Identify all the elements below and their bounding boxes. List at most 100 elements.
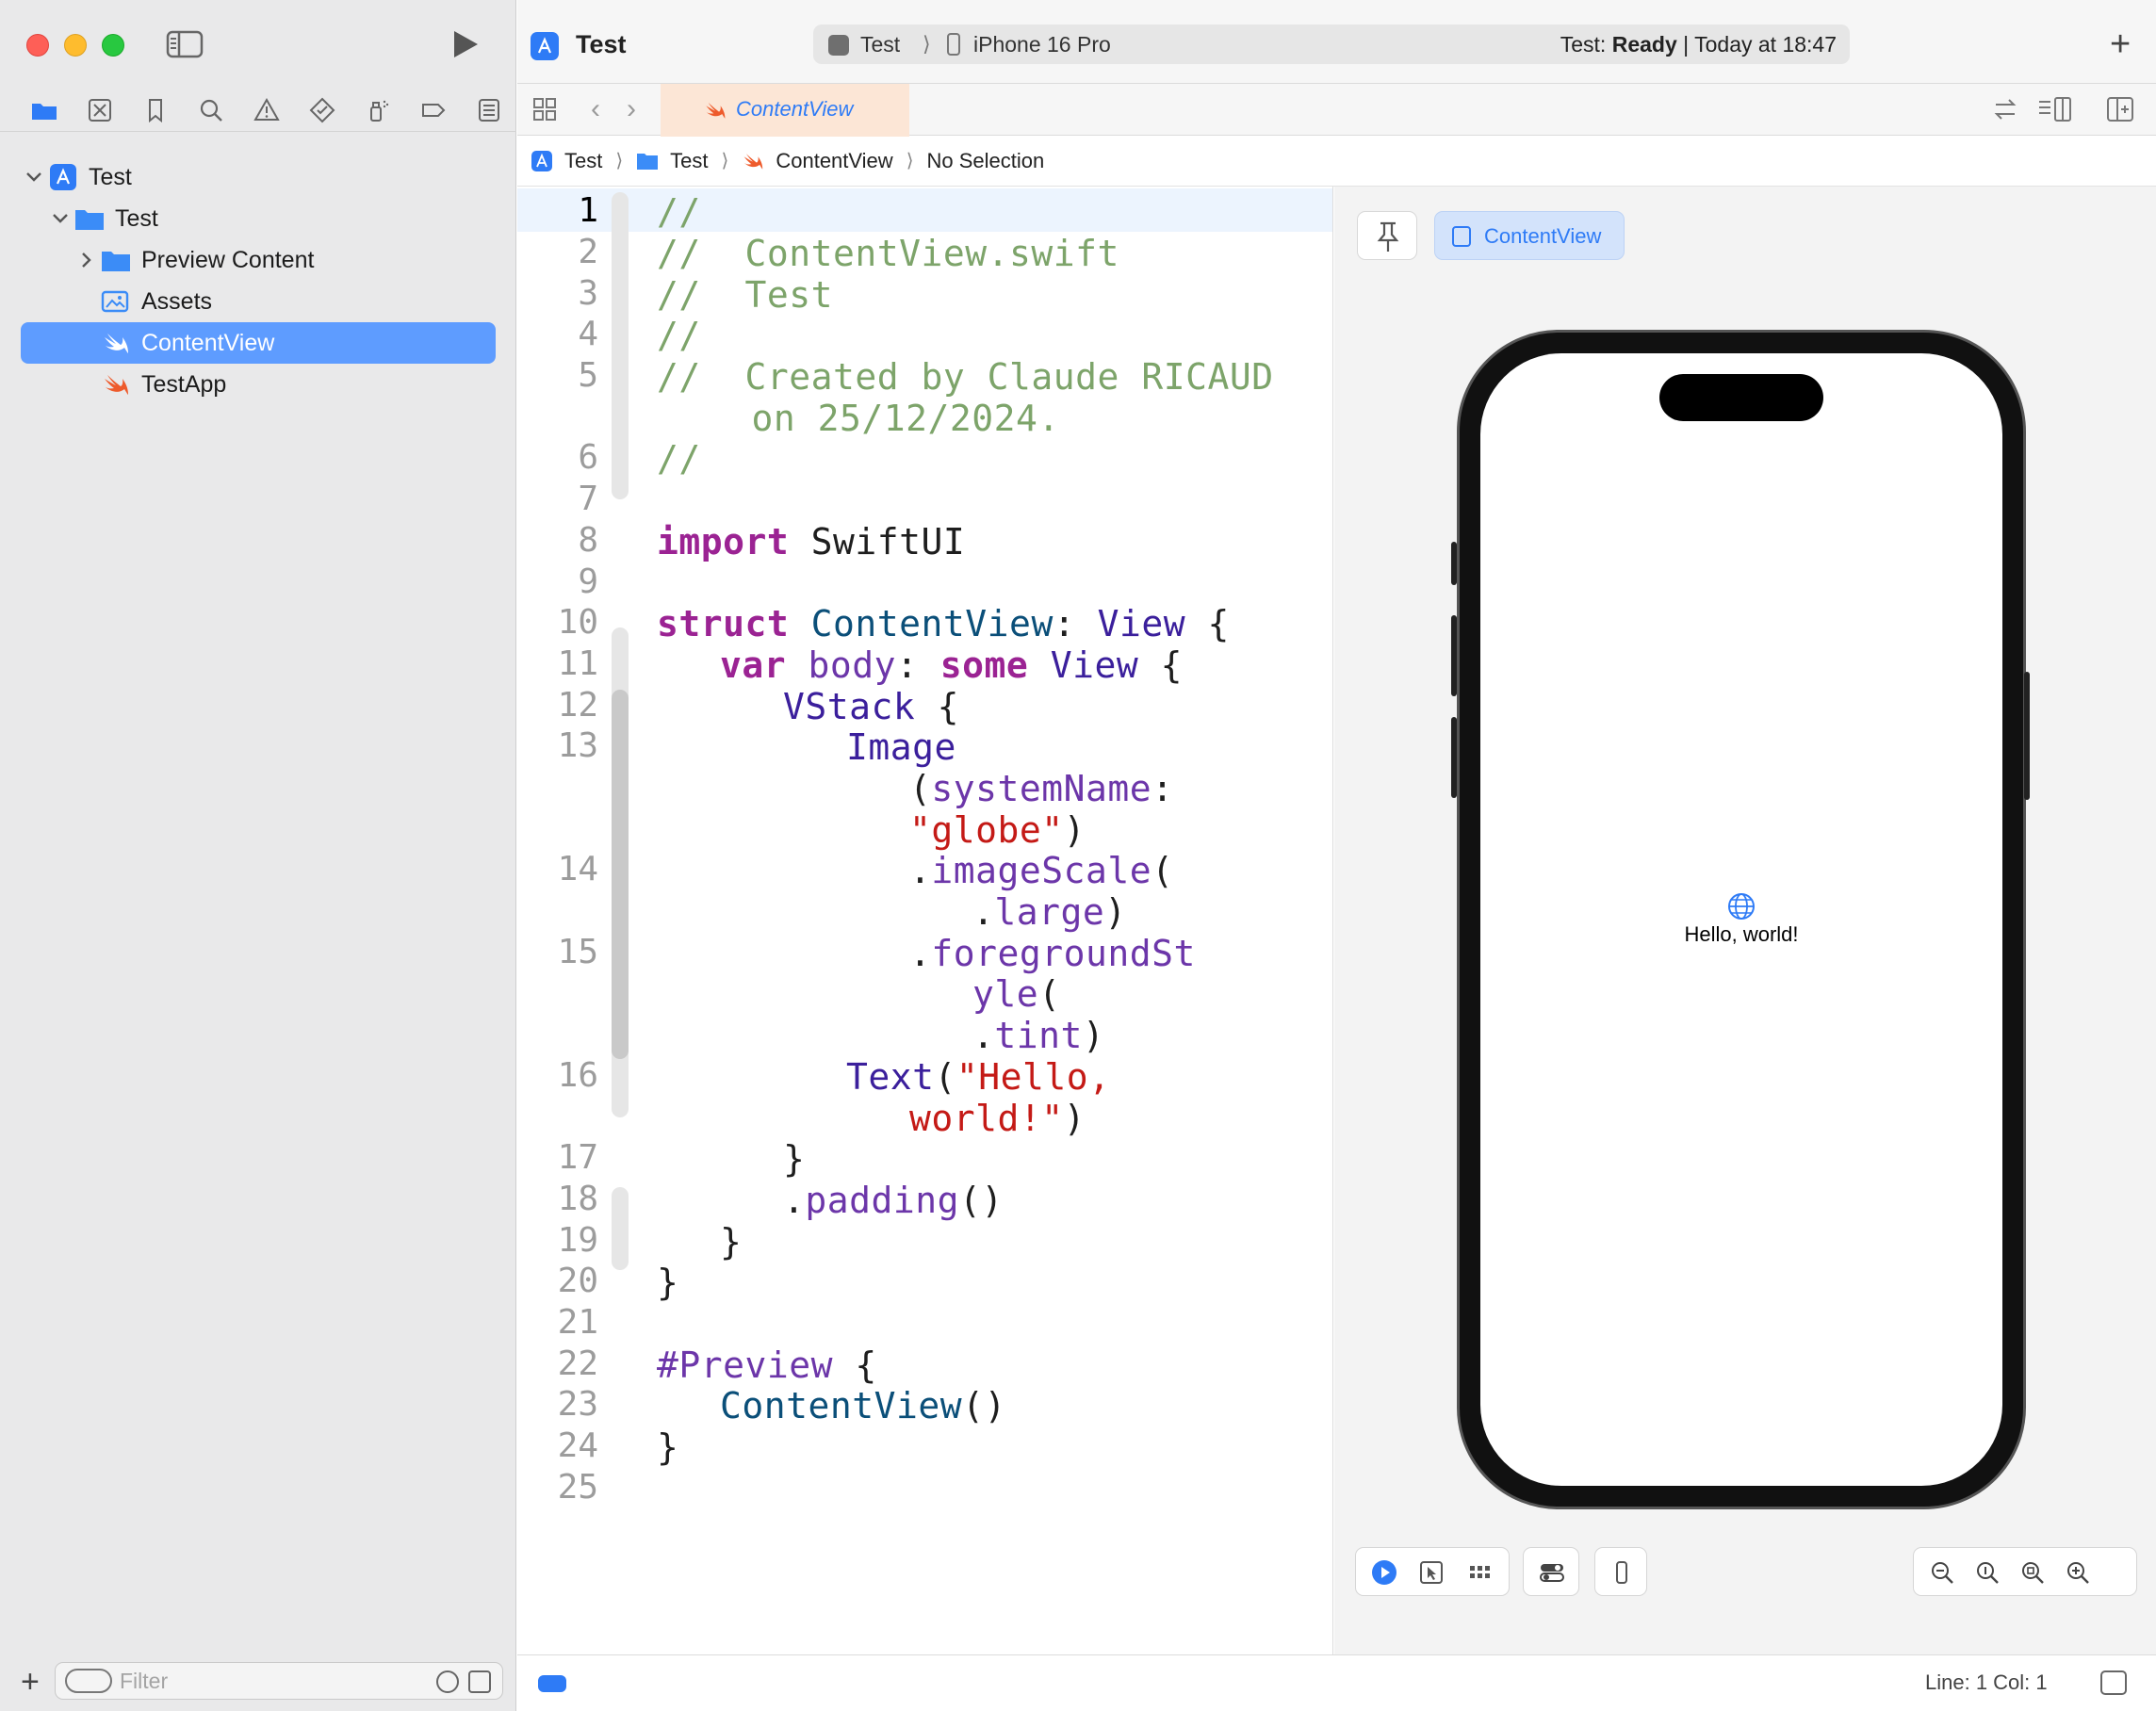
bookmark-icon[interactable] xyxy=(128,91,184,129)
line-number[interactable]: 21 xyxy=(517,1303,598,1342)
debug-spray-icon[interactable] xyxy=(350,91,405,129)
code-line[interactable]: .foregroundSt xyxy=(909,933,1196,974)
fold-ribbon[interactable] xyxy=(612,690,629,1059)
code-line[interactable]: // xyxy=(657,191,701,233)
fold-ribbon[interactable] xyxy=(612,192,629,499)
line-number[interactable]: 7 xyxy=(517,480,598,518)
editor-options-icon[interactable] xyxy=(2036,95,2074,123)
code-line[interactable]: // Test xyxy=(657,274,833,316)
line-number[interactable]: 9 xyxy=(517,562,598,601)
tab-contentview[interactable]: ContentView xyxy=(661,84,909,137)
close-window-button[interactable] xyxy=(26,34,49,57)
breadcrumb-item-file[interactable]: ContentView xyxy=(742,149,893,173)
tree-item-test-project[interactable]: Test xyxy=(21,156,496,198)
back-chevron-icon[interactable]: ‹ xyxy=(591,93,600,125)
filter-options-icon[interactable] xyxy=(65,1669,112,1693)
sidebar-toggle-icon[interactable] xyxy=(166,30,204,58)
line-number[interactable]: 8 xyxy=(517,521,598,560)
breadcrumb-item-symbol[interactable]: No Selection xyxy=(927,149,1045,173)
preview-contentview-button[interactable]: ContentView xyxy=(1434,211,1625,260)
show-debug-area-icon[interactable] xyxy=(2100,1670,2127,1695)
code-line[interactable]: world!") xyxy=(909,1098,1086,1139)
zoom-to-100-icon[interactable] xyxy=(1974,1559,2001,1586)
modified-files-icon[interactable] xyxy=(468,1670,491,1693)
line-number[interactable]: 6 xyxy=(517,438,598,477)
code-line[interactable]: } xyxy=(783,1138,805,1180)
code-line[interactable]: .padding() xyxy=(783,1180,1004,1221)
line-number[interactable]: 18 xyxy=(517,1180,598,1218)
code-line[interactable]: ContentView() xyxy=(720,1385,1006,1426)
chevron-down-icon[interactable] xyxy=(47,205,74,232)
code-line[interactable]: // Created by Claude RICAUD xyxy=(657,356,1274,398)
line-number[interactable]: 19 xyxy=(517,1221,598,1260)
zoom-window-button[interactable] xyxy=(102,34,124,57)
code-line[interactable]: on 25/12/2024. xyxy=(752,398,1060,439)
split-editor-icon[interactable] xyxy=(2106,95,2134,123)
code-line[interactable]: struct ContentView: View { xyxy=(657,603,1230,644)
line-number[interactable]: 15 xyxy=(517,933,598,971)
device-selector-button[interactable] xyxy=(1594,1547,1647,1596)
add-file-button[interactable]: + xyxy=(21,1666,40,1698)
code-line[interactable]: VStack { xyxy=(783,686,959,727)
code-line[interactable]: // xyxy=(657,315,701,356)
code-line[interactable]: // ContentView.swift xyxy=(657,233,1119,274)
code-line[interactable]: .large) xyxy=(972,891,1127,933)
code-line[interactable]: "globe") xyxy=(909,809,1086,851)
swap-arrows-icon[interactable] xyxy=(1991,95,2019,123)
tree-item-testapp[interactable]: TestApp xyxy=(21,364,496,405)
line-number[interactable]: 1 xyxy=(517,191,598,230)
project-navigator-folder-icon[interactable] xyxy=(17,91,73,129)
report-icon[interactable] xyxy=(461,91,516,129)
code-line[interactable]: .tint) xyxy=(972,1015,1104,1056)
selectable-mode-icon[interactable] xyxy=(1418,1559,1445,1586)
run-destination-selector[interactable]: iPhone 16 Pro xyxy=(973,32,1111,57)
related-items-grid-icon[interactable] xyxy=(532,97,557,122)
filter-field[interactable]: Filter xyxy=(55,1662,503,1700)
tree-item-preview-content[interactable]: Preview Content xyxy=(21,239,496,281)
device-screen[interactable]: Hello, world! xyxy=(1480,353,2002,1486)
line-number[interactable]: 2 xyxy=(517,233,598,271)
line-number[interactable]: 17 xyxy=(517,1138,598,1177)
tree-item-test-group[interactable]: Test xyxy=(21,198,496,239)
chevron-right-icon[interactable] xyxy=(74,247,100,273)
code-line[interactable]: } xyxy=(720,1221,742,1263)
run-button[interactable] xyxy=(450,28,481,60)
variants-grid-icon[interactable] xyxy=(1467,1559,1494,1586)
line-number[interactable]: 5 xyxy=(517,356,598,395)
debug-area-toggle-icon[interactable] xyxy=(538,1675,566,1692)
line-number[interactable]: 16 xyxy=(517,1056,598,1095)
line-number[interactable]: 20 xyxy=(517,1262,598,1300)
code-line[interactable]: yle( xyxy=(972,973,1061,1015)
search-icon[interactable] xyxy=(184,91,239,129)
code-line[interactable]: // xyxy=(657,438,701,480)
code-line[interactable]: (systemName: xyxy=(909,768,1174,809)
test-diamond-icon[interactable] xyxy=(294,91,350,129)
line-number[interactable]: 13 xyxy=(517,726,598,765)
warning-icon[interactable] xyxy=(239,91,295,129)
tree-item-assets[interactable]: Assets xyxy=(21,281,496,322)
line-number[interactable]: 10 xyxy=(517,603,598,642)
forward-chevron-icon[interactable]: › xyxy=(627,93,636,125)
live-mode-icon[interactable] xyxy=(1371,1559,1397,1586)
source-control-icon[interactable] xyxy=(73,91,128,129)
code-line[interactable]: Image xyxy=(846,726,956,768)
minimize-window-button[interactable] xyxy=(64,34,87,57)
recent-files-clock-icon[interactable] xyxy=(436,1670,459,1693)
fold-ribbon[interactable] xyxy=(612,1187,629,1270)
line-number[interactable]: 4 xyxy=(517,315,598,353)
code-line[interactable]: } xyxy=(657,1426,678,1468)
pin-preview-button[interactable] xyxy=(1357,211,1417,260)
device-settings-button[interactable] xyxy=(1523,1547,1579,1596)
code-line[interactable]: #Preview { xyxy=(657,1344,877,1386)
breakpoint-icon[interactable] xyxy=(405,91,461,129)
code-line[interactable]: var body: some View { xyxy=(720,644,1183,686)
line-number[interactable]: 24 xyxy=(517,1426,598,1465)
code-line[interactable]: .imageScale( xyxy=(909,850,1174,891)
breadcrumb-item-group[interactable]: Test xyxy=(636,149,709,173)
code-line[interactable]: } xyxy=(657,1262,678,1303)
code-line[interactable]: Text("Hello, xyxy=(846,1056,1111,1098)
zoom-to-fit-icon[interactable] xyxy=(2019,1559,2046,1586)
code-line[interactable]: import SwiftUI xyxy=(657,521,965,562)
line-number[interactable]: 11 xyxy=(517,644,598,683)
line-number[interactable]: 23 xyxy=(517,1385,598,1424)
